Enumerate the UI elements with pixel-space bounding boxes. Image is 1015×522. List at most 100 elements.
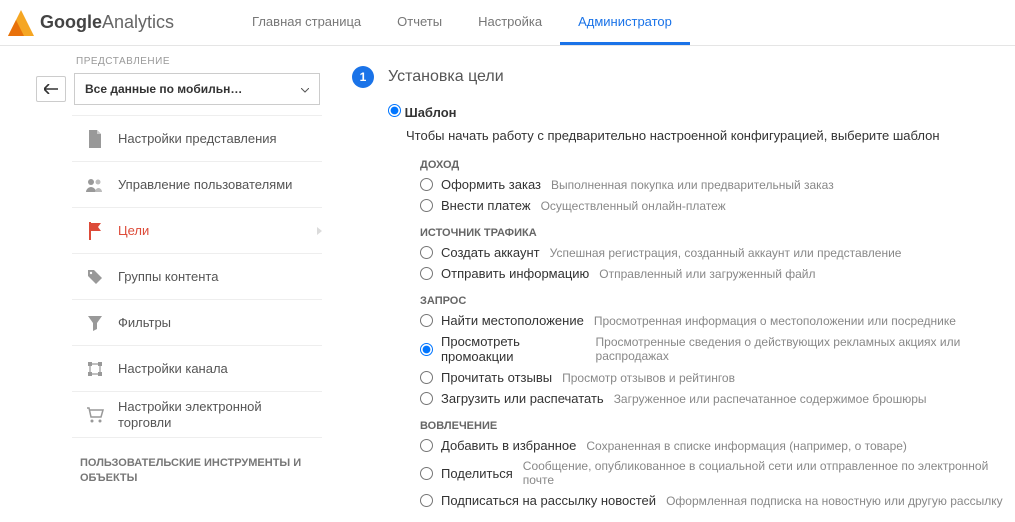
template-category: ДОХОД Оформить заказ Выполненная покупка и… [420, 159, 1007, 213]
template-option: Поделиться Сообщение, опубликованное в со… [420, 459, 1007, 487]
back-column [0, 46, 72, 522]
nav-item[interactable]: Главная страница [234, 0, 379, 45]
arrow-left-icon [44, 84, 58, 94]
template-option-name: Создать аккаунт [441, 245, 540, 260]
template-radio[interactable] [420, 467, 433, 480]
sidebar-bottom-section: ПОЛЬЗОВАТЕЛЬСКИЕ ИНСТРУМЕНТЫ И ОБЪЕКТЫ [72, 438, 322, 491]
sidebar: ПРЕДСТАВЛЕНИЕ Все данные по мобильн… Нас… [72, 46, 322, 522]
category-title: ИСТОЧНИК ТРАФИКА [420, 227, 1007, 239]
funnel-icon [86, 314, 104, 332]
nav-item[interactable]: Администратор [560, 0, 690, 45]
sidebar-item-label: Настройки электронной торговли [118, 399, 308, 430]
template-option-name: Оформить заказ [441, 177, 541, 192]
template-option-desc: Осуществленный онлайн-платеж [541, 199, 726, 213]
users-icon [86, 176, 104, 194]
sidebar-item[interactable]: Цели [72, 208, 322, 254]
template-option-desc: Просмотренные сведения о действующих рек… [596, 335, 1007, 363]
template-option-name: Внести платеж [441, 198, 531, 213]
logo-text: Google Analytics [40, 12, 174, 33]
logo-icon [8, 10, 34, 36]
template-radio[interactable] [420, 178, 433, 191]
template-option-name: Поделиться [441, 466, 513, 481]
category-title: ВОВЛЕЧЕНИЕ [420, 420, 1007, 432]
sidebar-item-label: Группы контента [118, 269, 218, 284]
main-nav: Главная страницаОтчетыНастройкаАдминистр… [234, 0, 690, 45]
template-option-desc: Просмотр отзывов и рейтингов [562, 371, 735, 385]
category-title: ЗАПРОС [420, 295, 1007, 307]
cart-icon [86, 406, 104, 424]
template-radio[interactable] [420, 494, 433, 507]
logo-text-1: Google [40, 12, 102, 33]
template-option: Внести платеж Осуществленный онлайн-плате… [420, 198, 1007, 213]
template-radio[interactable] [420, 371, 433, 384]
template-radio[interactable] [420, 199, 433, 212]
template-option-name: Подписаться на рассылку новостей [441, 493, 656, 508]
doc-icon [86, 130, 104, 148]
template-radio[interactable] [420, 314, 433, 327]
flag-icon [86, 222, 104, 240]
category-title: ДОХОД [420, 159, 1007, 171]
channel-icon [86, 360, 104, 378]
nav-item[interactable]: Отчеты [379, 0, 460, 45]
template-option-name: Найти местоположение [441, 313, 584, 328]
template-radio[interactable] [420, 439, 433, 452]
sidebar-item-label: Цели [118, 223, 149, 238]
step-number-badge: 1 [352, 66, 374, 88]
template-option-desc: Сохраненная в списке информация (наприме… [586, 439, 907, 453]
template-option-desc: Просмотренная информация о местоположени… [594, 314, 956, 328]
sidebar-item[interactable]: Фильтры [72, 300, 322, 346]
template-option-desc: Сообщение, опубликованное в социальной с… [523, 459, 1007, 487]
caret-down-icon [301, 82, 309, 96]
main-content: 1 Установка цели Шаблон Чтобы начать раб… [322, 46, 1015, 522]
step-title: Установка цели [388, 68, 504, 86]
sidebar-item[interactable]: Настройки электронной торговли [72, 392, 322, 438]
template-option-name: Добавить в избранное [441, 438, 576, 453]
template-option: Оформить заказ Выполненная покупка или пр… [420, 177, 1007, 192]
template-option-desc: Успешная регистрация, созданный аккаунт … [550, 246, 902, 260]
template-category: ЗАПРОС Найти местоположение Просмотренная … [420, 295, 1007, 406]
template-option-name: Загрузить или распечатать [441, 391, 604, 406]
template-option-desc: Загруженное или распечатанное содержимое… [614, 392, 927, 406]
template-option-name: Отправить информацию [441, 266, 589, 281]
template-option: Загрузить или распечатать Загруженное или… [420, 391, 1007, 406]
step-header: 1 Установка цели [352, 66, 1007, 88]
template-option-name: Просмотреть промоакции [441, 334, 586, 364]
template-option-desc: Оформленная подписка на новостную или др… [666, 494, 1003, 508]
tag-icon [86, 268, 104, 286]
view-selector[interactable]: Все данные по мобильн… [74, 73, 320, 105]
sidebar-list: Настройки представления Управление пользо… [72, 115, 322, 438]
template-option: Прочитать отзывы Просмотр отзывов и рейти… [420, 370, 1007, 385]
template-option: Подписаться на рассылку новостей Оформлен… [420, 493, 1007, 508]
goal-type-row: Шаблон [388, 104, 1007, 120]
sidebar-item[interactable]: Группы контента [72, 254, 322, 300]
logo-text-2: Analytics [102, 12, 174, 33]
app-header: Google Analytics Главная страницаОтчетыН… [0, 0, 1015, 46]
nav-item[interactable]: Настройка [460, 0, 560, 45]
template-option: Найти местоположение Просмотренная информ… [420, 313, 1007, 328]
template-option-desc: Отправленный или загруженный файл [599, 267, 815, 281]
view-selector-label: Все данные по мобильн… [85, 82, 242, 96]
sidebar-item-label: Настройки представления [118, 131, 277, 146]
template-option: Просмотреть промоакции Просмотренные свед… [420, 334, 1007, 364]
sidebar-item[interactable]: Управление пользователями [72, 162, 322, 208]
template-radio[interactable] [420, 246, 433, 259]
template-option: Отправить информацию Отправленный или заг… [420, 266, 1007, 281]
template-option-name: Прочитать отзывы [441, 370, 552, 385]
template-option: Создать аккаунт Успешная регистрация, соз… [420, 245, 1007, 260]
template-category: ИСТОЧНИК ТРАФИКА Создать аккаунт Успешная … [420, 227, 1007, 281]
sidebar-item-label: Фильтры [118, 315, 171, 330]
sidebar-item-label: Настройки канала [118, 361, 228, 376]
template-radio[interactable] [420, 267, 433, 280]
template-category: ВОВЛЕЧЕНИЕ Добавить в избранное Сохраненна… [420, 420, 1007, 508]
template-option-desc: Выполненная покупка или предварительный … [551, 178, 834, 192]
back-button[interactable] [36, 76, 66, 102]
sidebar-item[interactable]: Настройки представления [72, 116, 322, 162]
sidebar-item[interactable]: Настройки канала [72, 346, 322, 392]
sidebar-section-label: ПРЕДСТАВЛЕНИЕ [72, 56, 322, 73]
goal-type-template-radio[interactable] [388, 104, 401, 117]
goal-type-template-label: Шаблон [405, 105, 457, 120]
template-radio[interactable] [420, 343, 433, 356]
sidebar-item-label: Управление пользователями [118, 177, 292, 193]
template-radio[interactable] [420, 392, 433, 405]
goal-type-help: Чтобы начать работу с предварительно нас… [406, 128, 1007, 143]
